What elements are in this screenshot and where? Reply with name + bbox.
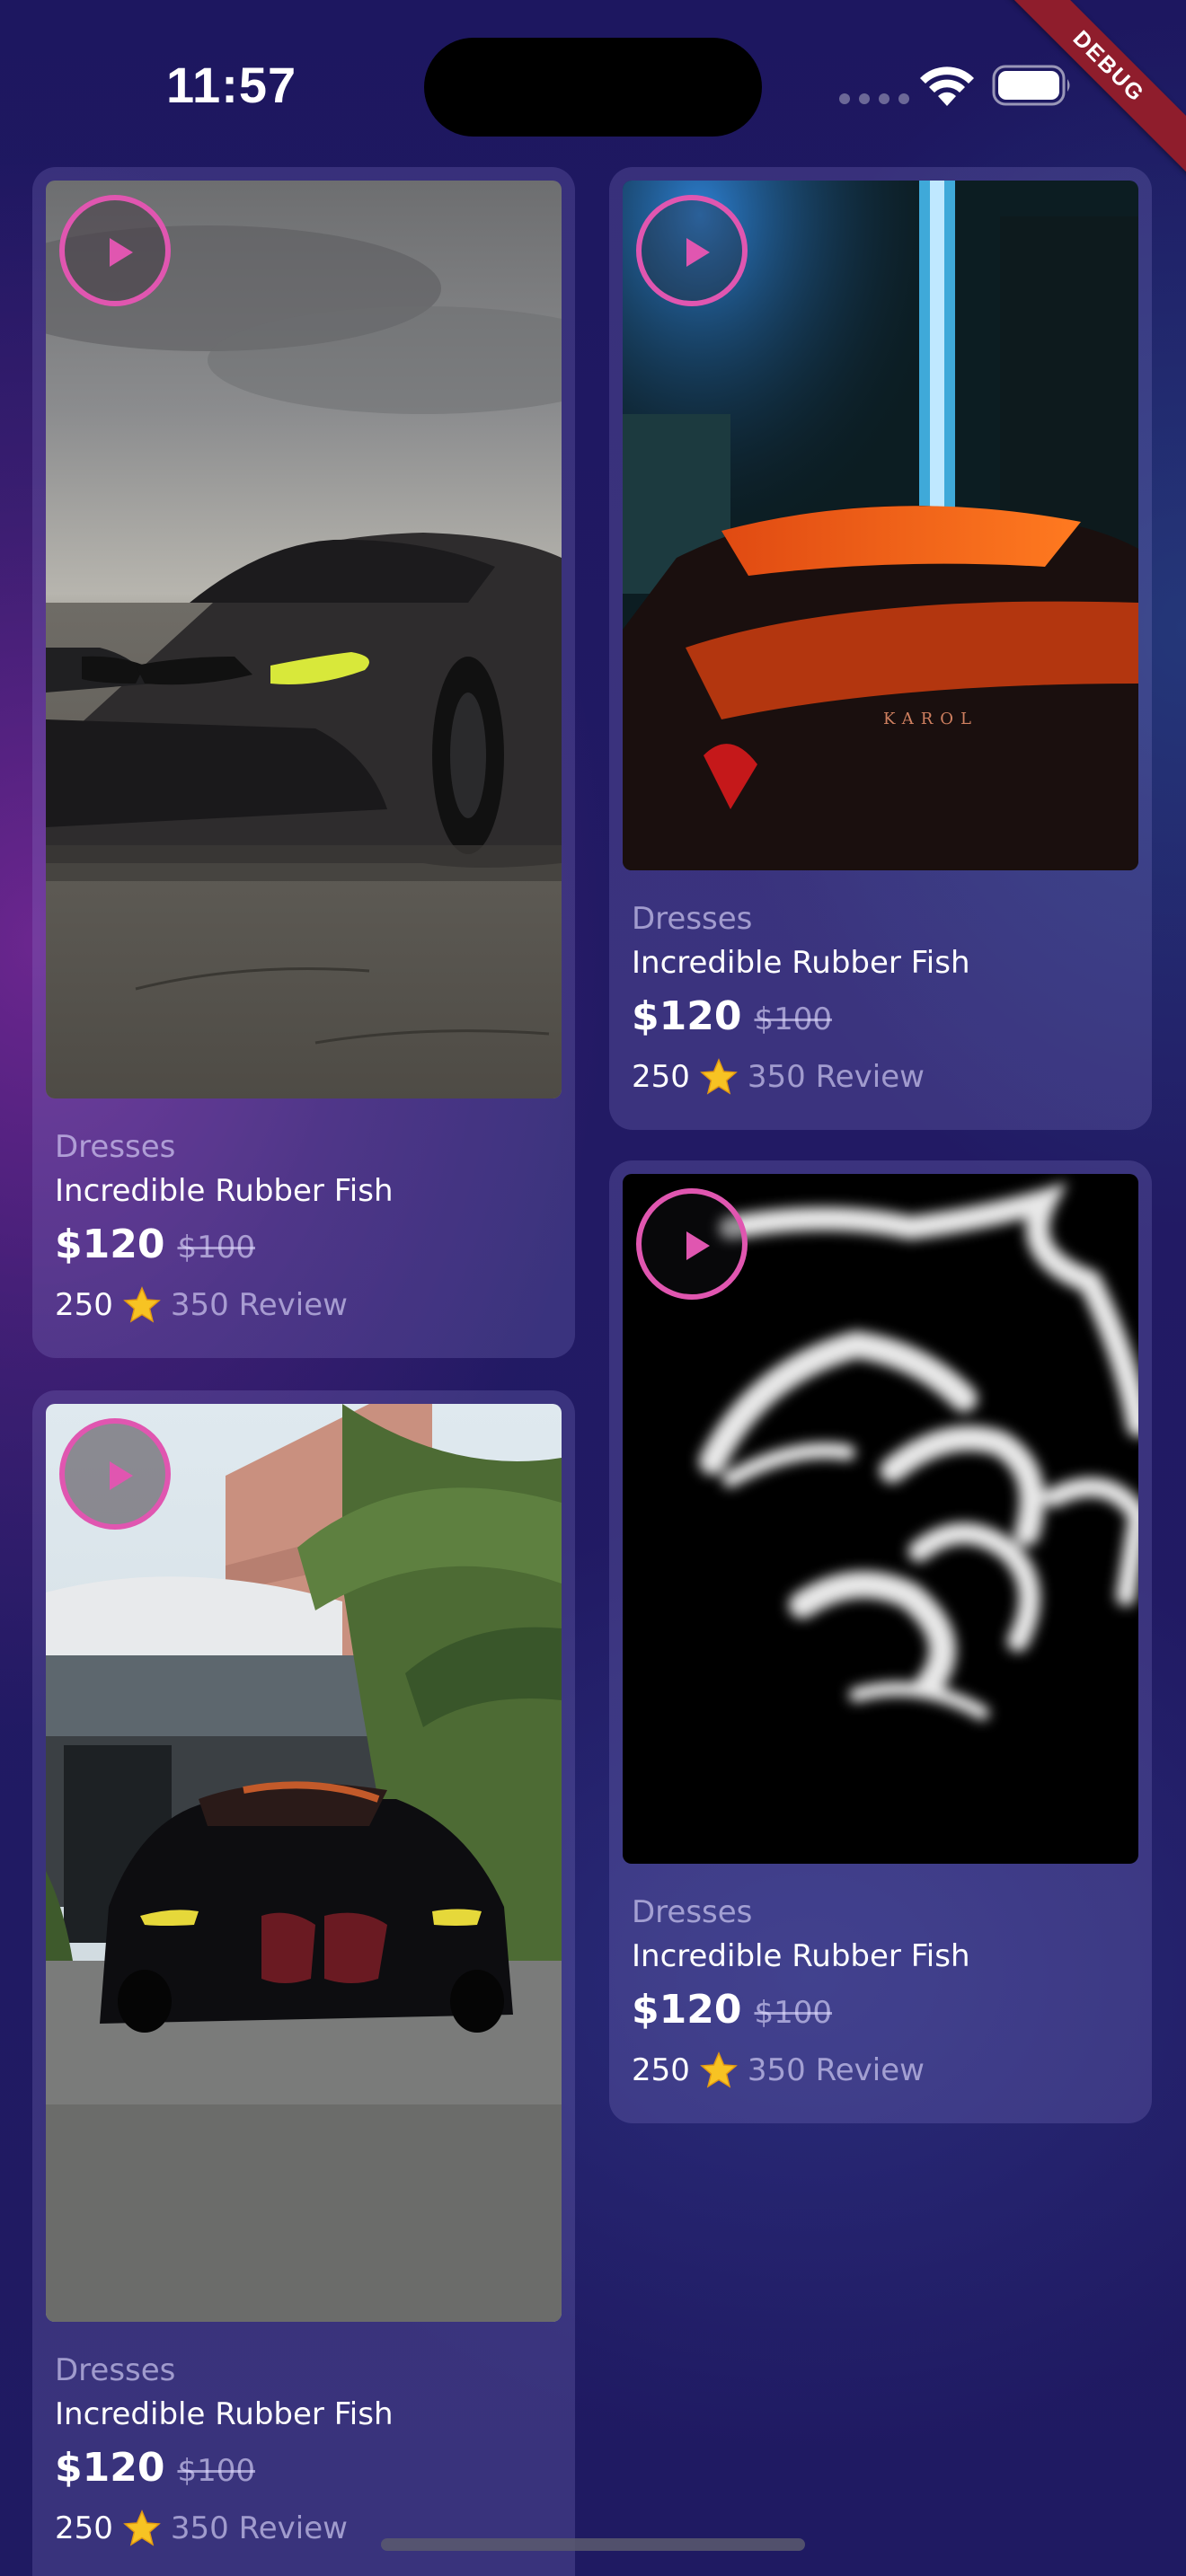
- product-price: $120: [55, 2445, 165, 2491]
- rating-count: 250: [632, 2052, 690, 2088]
- play-icon: [110, 1461, 133, 1490]
- play-button[interactable]: [636, 195, 748, 306]
- emblem-text: KAROL: [883, 710, 978, 728]
- black-car-palm-photo: [46, 1404, 562, 2322]
- review-count: 350 Review: [747, 2052, 925, 2088]
- product-old-price: $100: [177, 2453, 255, 2489]
- rating-count: 250: [55, 1287, 113, 1323]
- play-button[interactable]: [59, 1418, 171, 1530]
- price-row: $120 $100: [632, 1979, 970, 2042]
- price-row: $120 $100: [632, 985, 970, 1048]
- product-info: Dresses Incredible Rubber Fish $120 $100…: [55, 1125, 394, 1334]
- product-card[interactable]: Dresses Incredible Rubber Fish $120 $100…: [32, 1390, 575, 2576]
- star-icon: [700, 2051, 738, 2088]
- product-price: $120: [55, 1222, 165, 1267]
- status-bar: 11:57 DEBUG: [0, 0, 1186, 176]
- debug-label: DEBUG: [999, 0, 1186, 176]
- dynamic-island: [424, 38, 762, 137]
- product-category: Dresses: [55, 1129, 176, 1165]
- product-info: Dresses Incredible Rubber Fish $120 $100…: [55, 2349, 394, 2557]
- play-icon: [686, 238, 710, 267]
- product-title: Incredible Rubber Fish: [632, 1938, 970, 1974]
- product-old-price: $100: [754, 1001, 832, 1037]
- rating-count: 250: [55, 2510, 113, 2546]
- play-icon: [110, 238, 133, 267]
- debug-banner: DEBUG: [997, 0, 1186, 189]
- product-category: Dresses: [632, 1894, 753, 1930]
- product-title: Incredible Rubber Fish: [632, 945, 970, 981]
- review-count: 350 Review: [747, 1059, 925, 1095]
- rating-row: 250 350 Review: [55, 1276, 394, 1334]
- review-count: 350 Review: [170, 2510, 348, 2546]
- rating-row: 250 350 Review: [632, 2042, 970, 2099]
- product-info: Dresses Incredible Rubber Fish $120 $100…: [632, 897, 970, 1106]
- product-video-thumbnail[interactable]: [46, 181, 562, 1098]
- product-price: $120: [632, 1987, 742, 2033]
- play-icon: [686, 1231, 710, 1260]
- star-icon: [123, 2510, 161, 2546]
- star-icon: [123, 1286, 161, 1323]
- status-time: 11:57: [166, 57, 297, 113]
- gray-car-photo: [46, 181, 562, 1098]
- price-row: $120 $100: [55, 2437, 394, 2500]
- product-info: Dresses Incredible Rubber Fish $120 $100…: [632, 1891, 970, 2099]
- product-video-thumbnail[interactable]: [623, 1174, 1138, 1864]
- rating-row: 250 350 Review: [55, 2500, 394, 2557]
- product-title: Incredible Rubber Fish: [55, 1173, 394, 1209]
- play-button[interactable]: [636, 1188, 748, 1300]
- product-title: Incredible Rubber Fish: [55, 2396, 394, 2432]
- product-old-price: $100: [754, 1995, 832, 2031]
- rating-count: 250: [632, 1059, 690, 1095]
- home-indicator[interactable]: [381, 2538, 805, 2551]
- product-card[interactable]: Dresses Incredible Rubber Fish $120 $100…: [32, 167, 575, 1358]
- product-card[interactable]: Dresses Incredible Rubber Fish $120 $100…: [609, 1160, 1152, 2123]
- price-row: $120 $100: [55, 1213, 394, 1276]
- signal-dots-icon: [839, 93, 909, 104]
- product-category: Dresses: [632, 901, 753, 937]
- product-price: $120: [632, 993, 742, 1039]
- wifi-icon: [920, 66, 974, 106]
- play-button[interactable]: [59, 195, 171, 306]
- review-count: 350 Review: [170, 1287, 348, 1323]
- product-category: Dresses: [55, 2352, 176, 2388]
- product-video-thumbnail[interactable]: [46, 1404, 562, 2322]
- star-icon: [700, 1058, 738, 1095]
- product-old-price: $100: [177, 1230, 255, 1266]
- product-card[interactable]: KAROL Dresses Incredible Rubber Fish $12…: [609, 167, 1152, 1130]
- rating-row: 250 350 Review: [632, 1048, 970, 1106]
- product-video-thumbnail[interactable]: KAROL: [623, 181, 1138, 870]
